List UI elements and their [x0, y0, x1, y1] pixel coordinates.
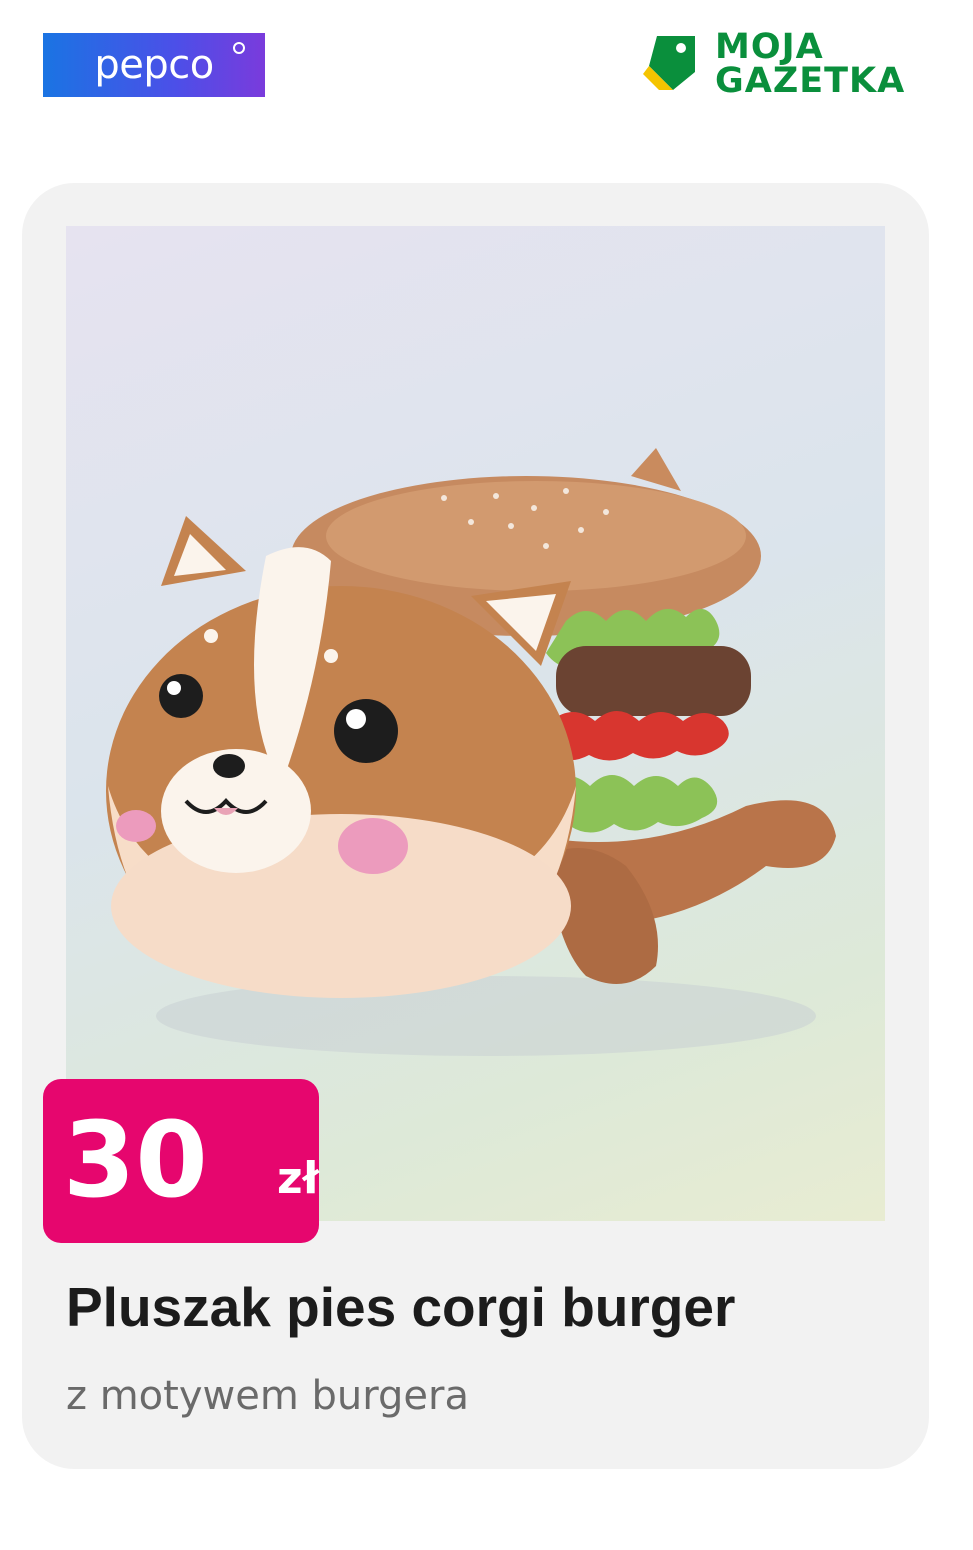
moja-gazetka-logo[interactable]: MOJA GAZETKA — [643, 30, 933, 102]
price-tag-icon — [643, 36, 695, 90]
moja-gazetka-wordmark: MOJA GAZETKA — [715, 27, 906, 101]
pepco-logo[interactable]: pepco — [43, 33, 265, 97]
header: pepco MOJA GAZETKA — [0, 0, 973, 160]
pepco-logo-text: pepco — [94, 42, 214, 88]
product-image[interactable] — [66, 226, 885, 1221]
price-currency: zł — [277, 1153, 319, 1204]
moja-gazetka-line1: MOJA — [715, 27, 824, 67]
heart-icon — [233, 42, 245, 54]
product-subtitle: z motywem burgera — [66, 1373, 469, 1419]
price-amount: 30 — [63, 1099, 208, 1221]
price-badge: 30 zł — [43, 1079, 319, 1243]
product-title[interactable]: Pluszak pies corgi burger — [66, 1275, 735, 1339]
plush-corgi-burger-illustration — [106, 448, 836, 1056]
moja-gazetka-line2: GAZETKA — [715, 61, 906, 101]
